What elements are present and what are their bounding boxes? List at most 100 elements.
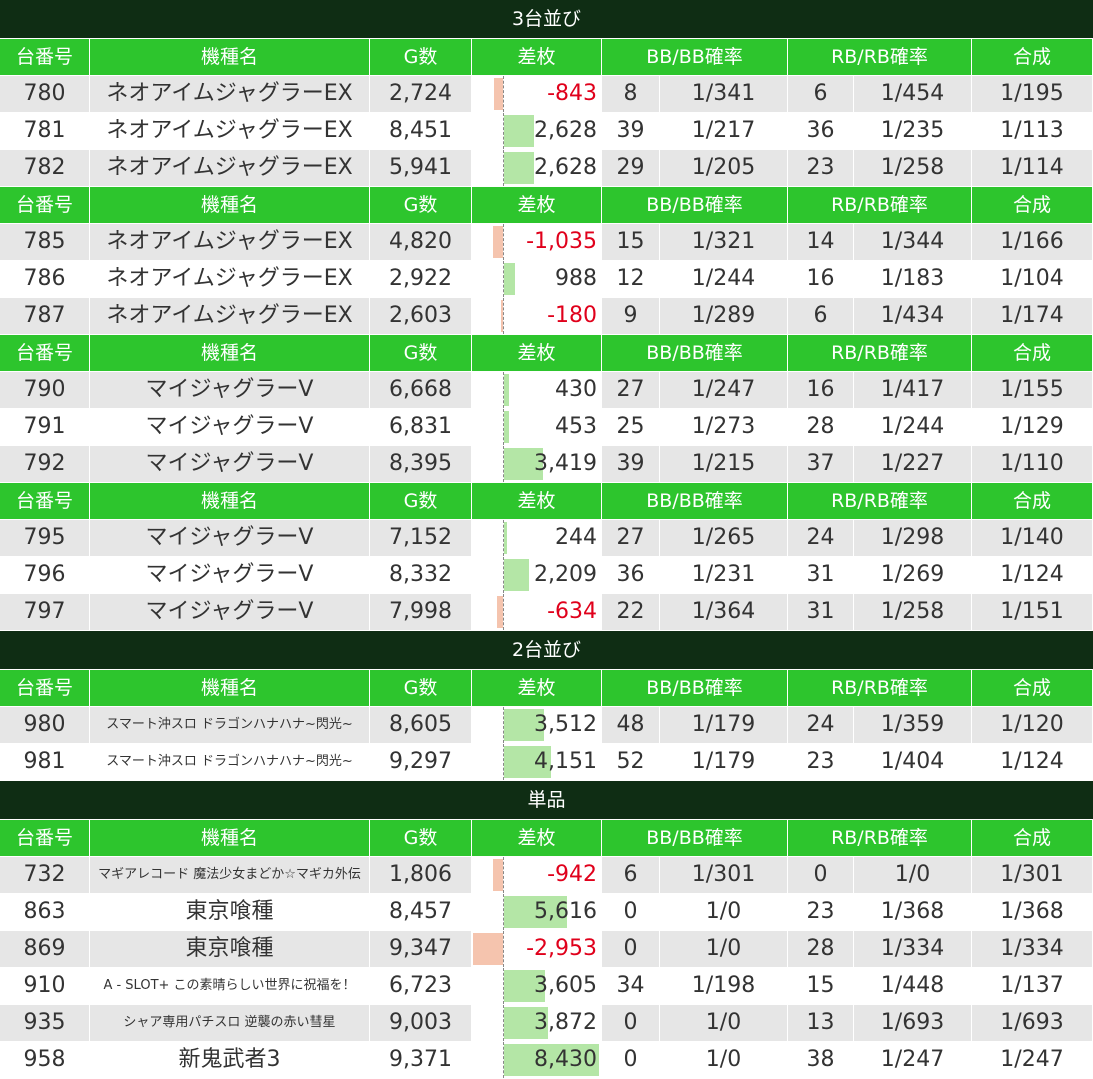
table-row: 732 マギアレコード 魔法少女まどか☆マギカ外伝 1,806 -942 6 1/301 0… [0,857,1093,894]
table-row: 981 スマート沖スロ ドラゴンハナハナ~閃光~ 9,297 4,151 52 1/179… [0,744,1093,781]
difference-cell: -1,035 [472,224,602,260]
rb-count: 24 [788,520,854,556]
header-combo: 合成 [972,335,1093,371]
header-model: 機種名 [90,335,370,371]
combined-probability: 1/120 [972,707,1093,743]
bb-probability: 1/205 [660,150,788,186]
game-count: 7,998 [370,594,472,630]
combined-probability: 1/166 [972,224,1093,260]
header-combo: 合成 [972,670,1093,706]
table-row: 797 マイジャグラーV 7,998 -634 22 1/364 31 1/258 1/151 [0,594,1093,631]
bb-count: 0 [602,1042,660,1078]
difference-value: -843 [547,81,597,106]
machine-number: 863 [0,894,90,930]
game-count: 9,297 [370,744,472,780]
difference-value: -634 [547,599,597,624]
bb-count: 8 [602,76,660,112]
machine-number: 791 [0,409,90,445]
model-name: ネオアイムジャグラーEX [90,113,370,149]
difference-cell: 2,628 [472,150,602,186]
model-name: シャア専用パチスロ 逆襲の赤い彗星 [90,1005,370,1041]
table-row: 782 ネオアイムジャグラーEX 5,941 2,628 29 1/205 23 1/258 1… [0,150,1093,187]
machine-number: 935 [0,1005,90,1041]
header-model: 機種名 [90,187,370,223]
bb-count: 25 [602,409,660,445]
table-row: 935 シャア専用パチスロ 逆襲の赤い彗星 9,003 3,872 0 1/0 13 1/69… [0,1005,1093,1042]
rb-probability: 1/693 [854,1005,972,1041]
bb-count: 6 [602,857,660,893]
bb-count: 12 [602,261,660,297]
header-bb: BB/BB確率 [602,187,788,223]
combined-probability: 1/247 [972,1042,1093,1078]
model-name: マイジャグラーV [90,520,370,556]
header-rb: RB/RB確率 [788,670,972,706]
game-count: 8,451 [370,113,472,149]
game-count: 8,332 [370,557,472,593]
combined-probability: 1/693 [972,1005,1093,1041]
bb-count: 9 [602,298,660,334]
difference-cell: 3,605 [472,968,602,1004]
machine-number: 782 [0,150,90,186]
machine-number: 795 [0,520,90,556]
difference-cell: 430 [472,372,602,408]
difference-cell: 3,512 [472,707,602,743]
rb-count: 16 [788,372,854,408]
bb-probability: 1/0 [660,1042,788,1078]
combined-probability: 1/129 [972,409,1093,445]
table-row: 796 マイジャグラーV 8,332 2,209 36 1/231 31 1/269 1/124 [0,557,1093,594]
header-id: 台番号 [0,187,90,223]
header-games: G数 [370,335,472,371]
model-name: 新鬼武者3 [90,1042,370,1078]
model-name: ネオアイムジャグラーEX [90,76,370,112]
model-name: 東京喰種 [90,894,370,930]
model-name: マギアレコード 魔法少女まどか☆マギカ外伝 [90,857,370,893]
difference-cell: 4,151 [472,744,602,780]
difference-value: -1,035 [526,229,597,254]
bb-probability: 1/0 [660,894,788,930]
section-title: 3台並び [0,0,1093,39]
rb-count: 23 [788,150,854,186]
rb-probability: 1/404 [854,744,972,780]
machine-number: 980 [0,707,90,743]
machine-number: 790 [0,372,90,408]
machine-number: 787 [0,298,90,334]
rb-count: 16 [788,261,854,297]
bb-count: 36 [602,557,660,593]
header-diff: 差枚 [472,187,602,223]
model-name: 東京喰種 [90,931,370,967]
column-header-row: 台番号 機種名 G数 差枚 BB/BB確率 RB/RB確率 合成 [0,670,1093,707]
difference-value: 5,616 [534,899,597,924]
rb-probability: 1/344 [854,224,972,260]
combined-probability: 1/124 [972,744,1093,780]
combined-probability: 1/110 [972,446,1093,482]
difference-value: 244 [555,525,597,550]
rb-count: 31 [788,594,854,630]
header-id: 台番号 [0,335,90,371]
machine-number: 781 [0,113,90,149]
slot-data-table: 3台並び 台番号 機種名 G数 差枚 BB/BB確率 RB/RB確率 合成 780 ネオアイムジャ… [0,0,1093,1079]
model-name: マイジャグラーV [90,409,370,445]
rb-probability: 1/258 [854,150,972,186]
table-row: 791 マイジャグラーV 6,831 453 25 1/273 28 1/244 1/129 [0,409,1093,446]
model-name: ネオアイムジャグラーEX [90,224,370,260]
bb-count: 0 [602,1005,660,1041]
header-bb: BB/BB確率 [602,670,788,706]
bb-count: 0 [602,931,660,967]
machine-number: 958 [0,1042,90,1078]
rb-count: 24 [788,707,854,743]
rb-probability: 1/334 [854,931,972,967]
header-rb: RB/RB確率 [788,187,972,223]
difference-value: 8,430 [534,1047,597,1072]
machine-number: 785 [0,224,90,260]
rb-probability: 1/269 [854,557,972,593]
difference-cell: 2,628 [472,113,602,149]
difference-value: 988 [555,266,597,291]
game-count: 8,395 [370,446,472,482]
rb-count: 37 [788,446,854,482]
bb-probability: 1/301 [660,857,788,893]
difference-cell: -2,953 [472,931,602,967]
column-header-row: 台番号 機種名 G数 差枚 BB/BB確率 RB/RB確率 合成 [0,39,1093,76]
combined-probability: 1/124 [972,557,1093,593]
bb-probability: 1/341 [660,76,788,112]
machine-number: 792 [0,446,90,482]
